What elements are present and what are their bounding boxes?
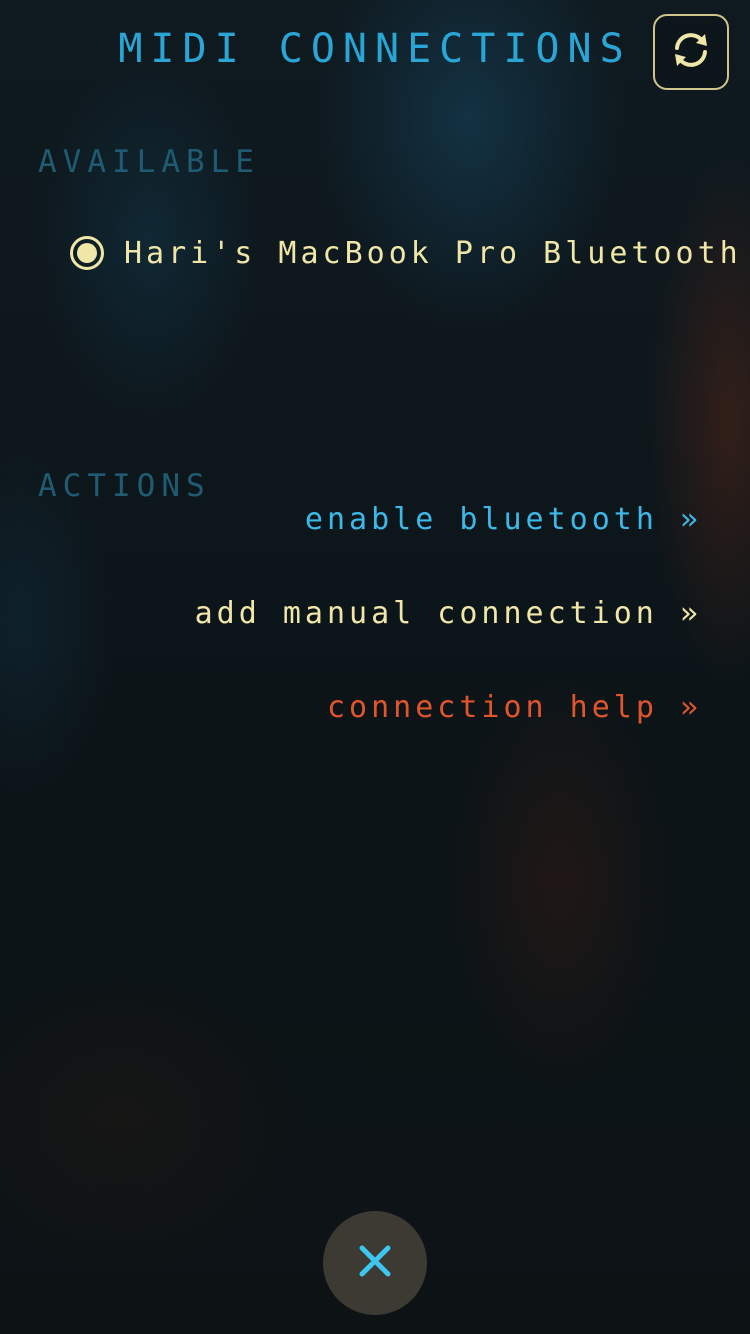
radio-dot: [77, 243, 97, 263]
device-name: Hari's MacBook Pro Bluetooth: [124, 235, 742, 271]
close-icon: [358, 1244, 392, 1282]
refresh-icon: [668, 27, 714, 77]
connection-help-link[interactable]: connection help »: [327, 690, 702, 725]
page-title: MIDI CONNECTIONS: [118, 26, 632, 72]
device-item[interactable]: Hari's MacBook Pro Bluetooth: [70, 233, 742, 273]
radio-selected-icon[interactable]: [70, 236, 104, 270]
add-manual-connection-link[interactable]: add manual connection »: [195, 596, 702, 631]
refresh-button[interactable]: [653, 14, 729, 90]
enable-bluetooth-link[interactable]: enable bluetooth »: [305, 502, 702, 537]
available-section-label: AVAILABLE: [38, 144, 260, 180]
close-button[interactable]: [323, 1211, 427, 1315]
actions-section-label: ACTIONS: [38, 468, 211, 504]
background: [0, 0, 750, 1334]
